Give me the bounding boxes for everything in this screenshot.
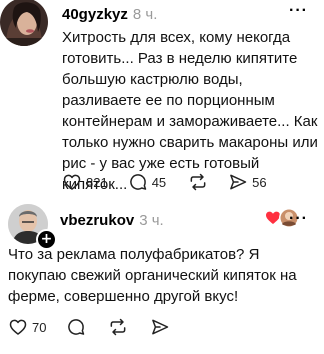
username-text: vbezrukov [60,212,135,229]
post-actions: 821 45 56 [62,172,267,192]
avatar[interactable] [0,0,48,46]
more-dots-icon: ··· [289,2,308,19]
repost-arrows-icon [190,173,206,191]
comment-button[interactable]: 45 [128,172,166,192]
comment-count: 45 [151,174,167,190]
share-button[interactable] [150,317,170,337]
share-count: 56 [252,174,267,190]
heart-icon [9,319,27,335]
more-dots-icon: ··· [289,210,308,227]
post-actions: 70 [8,317,170,337]
post: 40gyzkyz 8 ч. ··· Хитрость для всех, кому… [0,0,324,200]
like-count: 70 [32,319,47,335]
comment-bubble-icon [68,319,85,335]
post: + vbezrukov 3 ч. ··· Что за реклама полуф… [0,200,324,354]
post-time: 3 ч. [139,212,164,229]
share-button[interactable]: 56 [228,172,267,192]
heart-icon [63,174,81,190]
send-icon [230,174,247,190]
comment-bubble-icon [129,174,146,190]
post-text: Хитрость для всех, кому некогда готовить… [62,29,318,193]
avatar-photo-icon [0,0,48,46]
post-text: Что за реклама полуфабрикатов? Я покупаю… [8,246,297,305]
post-time: 8 ч. [132,6,158,23]
repost-button[interactable] [108,317,128,337]
comment-button[interactable] [66,317,86,337]
repost-button[interactable] [188,172,208,192]
like-button[interactable]: 70 [8,317,46,337]
more-options-button[interactable]: ··· [289,3,308,19]
send-icon [152,319,169,335]
like-count: 821 [86,174,108,190]
repost-arrows-icon [111,318,126,336]
like-button[interactable]: 821 [62,172,108,192]
more-options-button[interactable]: ··· [289,211,308,227]
username[interactable]: 40gyzkyz 8 ч. [62,6,157,23]
username-text: 40gyzkyz [62,6,128,23]
username[interactable]: vbezrukov 3 ч. [60,212,164,229]
